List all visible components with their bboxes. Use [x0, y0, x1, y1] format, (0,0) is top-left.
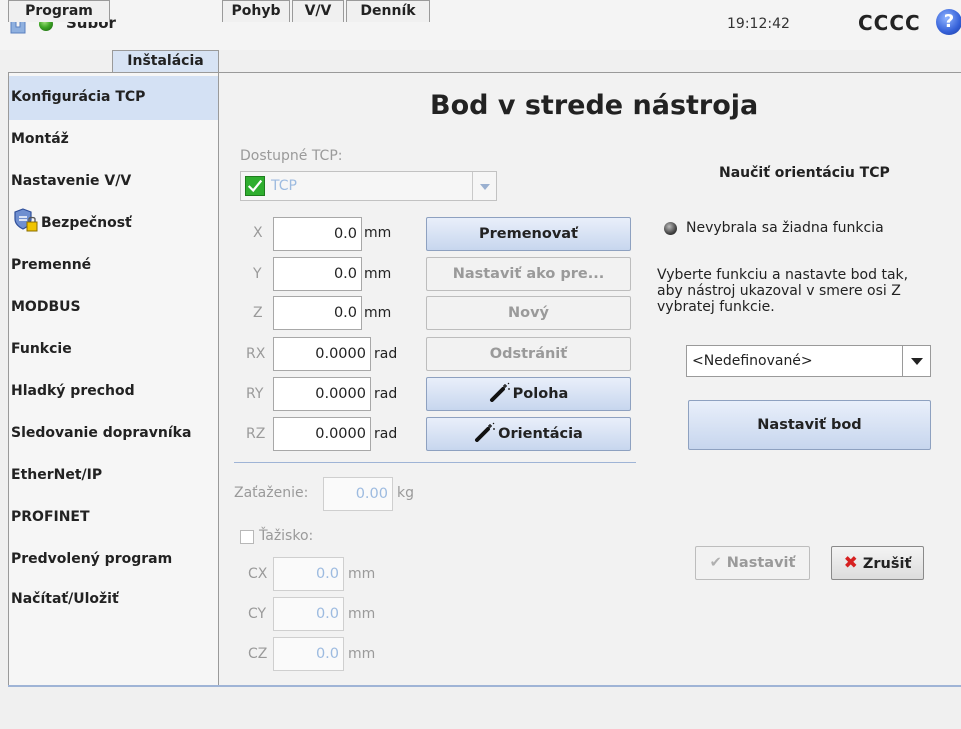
ry-unit: rad — [374, 386, 398, 402]
tab-move[interactable]: Pohyb — [222, 0, 290, 22]
help-icon[interactable]: ? — [936, 9, 961, 35]
sidebar-item-tcp-configuration[interactable]: Konfigurácia TCP — [9, 76, 218, 120]
cog-label: Ťažisko: — [259, 528, 314, 544]
sidebar-item-features[interactable]: Funkcie — [9, 328, 218, 372]
page-title: Bod v strede nástroja — [430, 90, 759, 121]
tcp-select-value: TCP — [271, 178, 297, 194]
payload-input[interactable]: 0.00 — [323, 477, 393, 511]
feature-select-value: <Nedefinované> — [692, 353, 813, 369]
close-icon: ✖ — [843, 553, 858, 573]
new-tcp-button[interactable]: Nový — [426, 296, 631, 330]
cy-unit: mm — [348, 606, 376, 622]
magic-wand-icon — [489, 382, 510, 402]
cx-label: CX — [248, 566, 268, 582]
sidebar-item-load-save[interactable]: Načítať/Uložiť — [9, 578, 218, 622]
rz-input[interactable]: 0.0000 — [273, 417, 371, 451]
sidebar-item-conveyor-tracking[interactable]: Sledovanie dopravníka — [9, 412, 218, 456]
sidebar-item-mounting[interactable]: Montáž — [9, 118, 218, 162]
tab-installation[interactable]: Inštalácia — [112, 50, 219, 74]
cancel-label: Zrušiť — [862, 556, 912, 572]
checkmark-icon: ✔ — [709, 555, 722, 571]
rx-input[interactable]: 0.0000 — [273, 337, 371, 371]
z-unit: mm — [364, 305, 392, 321]
position-wizard-button[interactable]: Poloha — [426, 377, 631, 411]
set-point-button[interactable]: Nastaviť bod — [688, 400, 931, 450]
cz-input[interactable]: 0.0 — [273, 637, 344, 671]
orientation-wizard-label: Orientácia — [498, 426, 583, 442]
tcp-select-toggle[interactable] — [472, 172, 496, 200]
cy-label: CY — [248, 606, 267, 622]
section-divider — [234, 462, 636, 463]
cog-checkbox[interactable] — [240, 530, 254, 544]
position-wizard-label: Poloha — [512, 386, 569, 402]
robot-name: CCCC — [858, 11, 921, 35]
cx-input[interactable]: 0.0 — [273, 557, 344, 591]
y-label: Y — [253, 266, 262, 282]
status-indicator-icon — [664, 222, 677, 235]
main-bottom-border — [8, 685, 961, 687]
apply-button[interactable]: ✔ Nastaviť — [695, 546, 810, 580]
top-bar: Súbor 19:12:42 CCCC ? — [0, 0, 961, 50]
feature-select-toggle[interactable] — [902, 346, 930, 376]
chevron-down-icon — [480, 184, 490, 190]
clock: 19:12:42 — [727, 16, 790, 32]
feature-status: Nevybrala sa žiadna funkcia — [686, 220, 884, 236]
set-default-button[interactable]: Nastaviť ako pre... — [426, 257, 631, 291]
sidebar: Konfigurácia TCP Montáž Nastavenie V/V B… — [8, 73, 219, 687]
sidebar-item-default-program[interactable]: Predvolený program — [9, 538, 218, 582]
teach-instructions: Vyberte funkciu a nastavte bod tak, aby … — [657, 267, 908, 315]
orientation-wizard-button[interactable]: Orientácia — [426, 417, 631, 451]
payload-unit: kg — [397, 485, 414, 501]
cx-unit: mm — [348, 566, 376, 582]
z-label: Z — [253, 305, 263, 321]
cz-unit: mm — [348, 646, 376, 662]
payload-label: Zaťaženie: — [234, 485, 309, 501]
sidebar-item-smooth-transition[interactable]: Hladký prechod — [9, 370, 218, 414]
rx-label: RX — [246, 346, 266, 362]
chevron-down-icon — [911, 358, 923, 365]
tab-io[interactable]: V/V — [292, 0, 344, 22]
shield-lock-icon — [14, 208, 38, 232]
x-unit: mm — [364, 225, 392, 241]
rename-button[interactable]: Premenovať — [426, 217, 631, 251]
z-input[interactable]: 0.0 — [273, 296, 362, 330]
check-icon — [245, 176, 265, 196]
feature-select[interactable]: <Nedefinované> — [686, 345, 931, 377]
sidebar-item-io-setup[interactable]: Nastavenie V/V — [9, 160, 218, 204]
cy-input[interactable]: 0.0 — [273, 597, 344, 631]
ry-input[interactable]: 0.0000 — [273, 377, 371, 411]
instruction-line-2: aby nástroj ukazoval v smere osi Z — [657, 283, 901, 299]
sidebar-item-modbus[interactable]: MODBUS — [9, 286, 218, 330]
remove-tcp-button[interactable]: Odstrániť — [426, 337, 631, 371]
magic-wand-icon — [475, 422, 496, 442]
cz-label: CZ — [248, 646, 268, 662]
sidebar-item-ethernet-ip[interactable]: EtherNet/IP — [9, 454, 218, 498]
x-label: X — [253, 225, 263, 241]
available-tcp-label: Dostupné TCP: — [240, 148, 343, 164]
tab-log[interactable]: Denník — [346, 0, 430, 22]
rx-unit: rad — [374, 346, 398, 362]
instruction-line-3: vybratej funkcie. — [657, 299, 775, 315]
sidebar-item-safety[interactable]: Bezpečnosť — [9, 202, 218, 246]
sidebar-item-variables[interactable]: Premenné — [9, 244, 218, 288]
x-input[interactable]: 0.0 — [273, 217, 362, 251]
rz-unit: rad — [374, 426, 398, 442]
tab-program[interactable]: Program — [8, 0, 110, 22]
rz-label: RZ — [246, 426, 266, 442]
y-input[interactable]: 0.0 — [273, 257, 362, 291]
instruction-line-1: Vyberte funkciu a nastavte bod tak, — [657, 267, 909, 283]
tcp-select[interactable]: TCP — [240, 171, 497, 201]
ry-label: RY — [246, 386, 264, 402]
y-unit: mm — [364, 266, 392, 282]
apply-label: Nastaviť — [726, 555, 796, 571]
teach-orientation-heading: Naučiť orientáciu TCP — [719, 165, 890, 181]
sidebar-item-profinet[interactable]: PROFINET — [9, 496, 218, 540]
cancel-button[interactable]: ✖ Zrušiť — [831, 546, 924, 580]
